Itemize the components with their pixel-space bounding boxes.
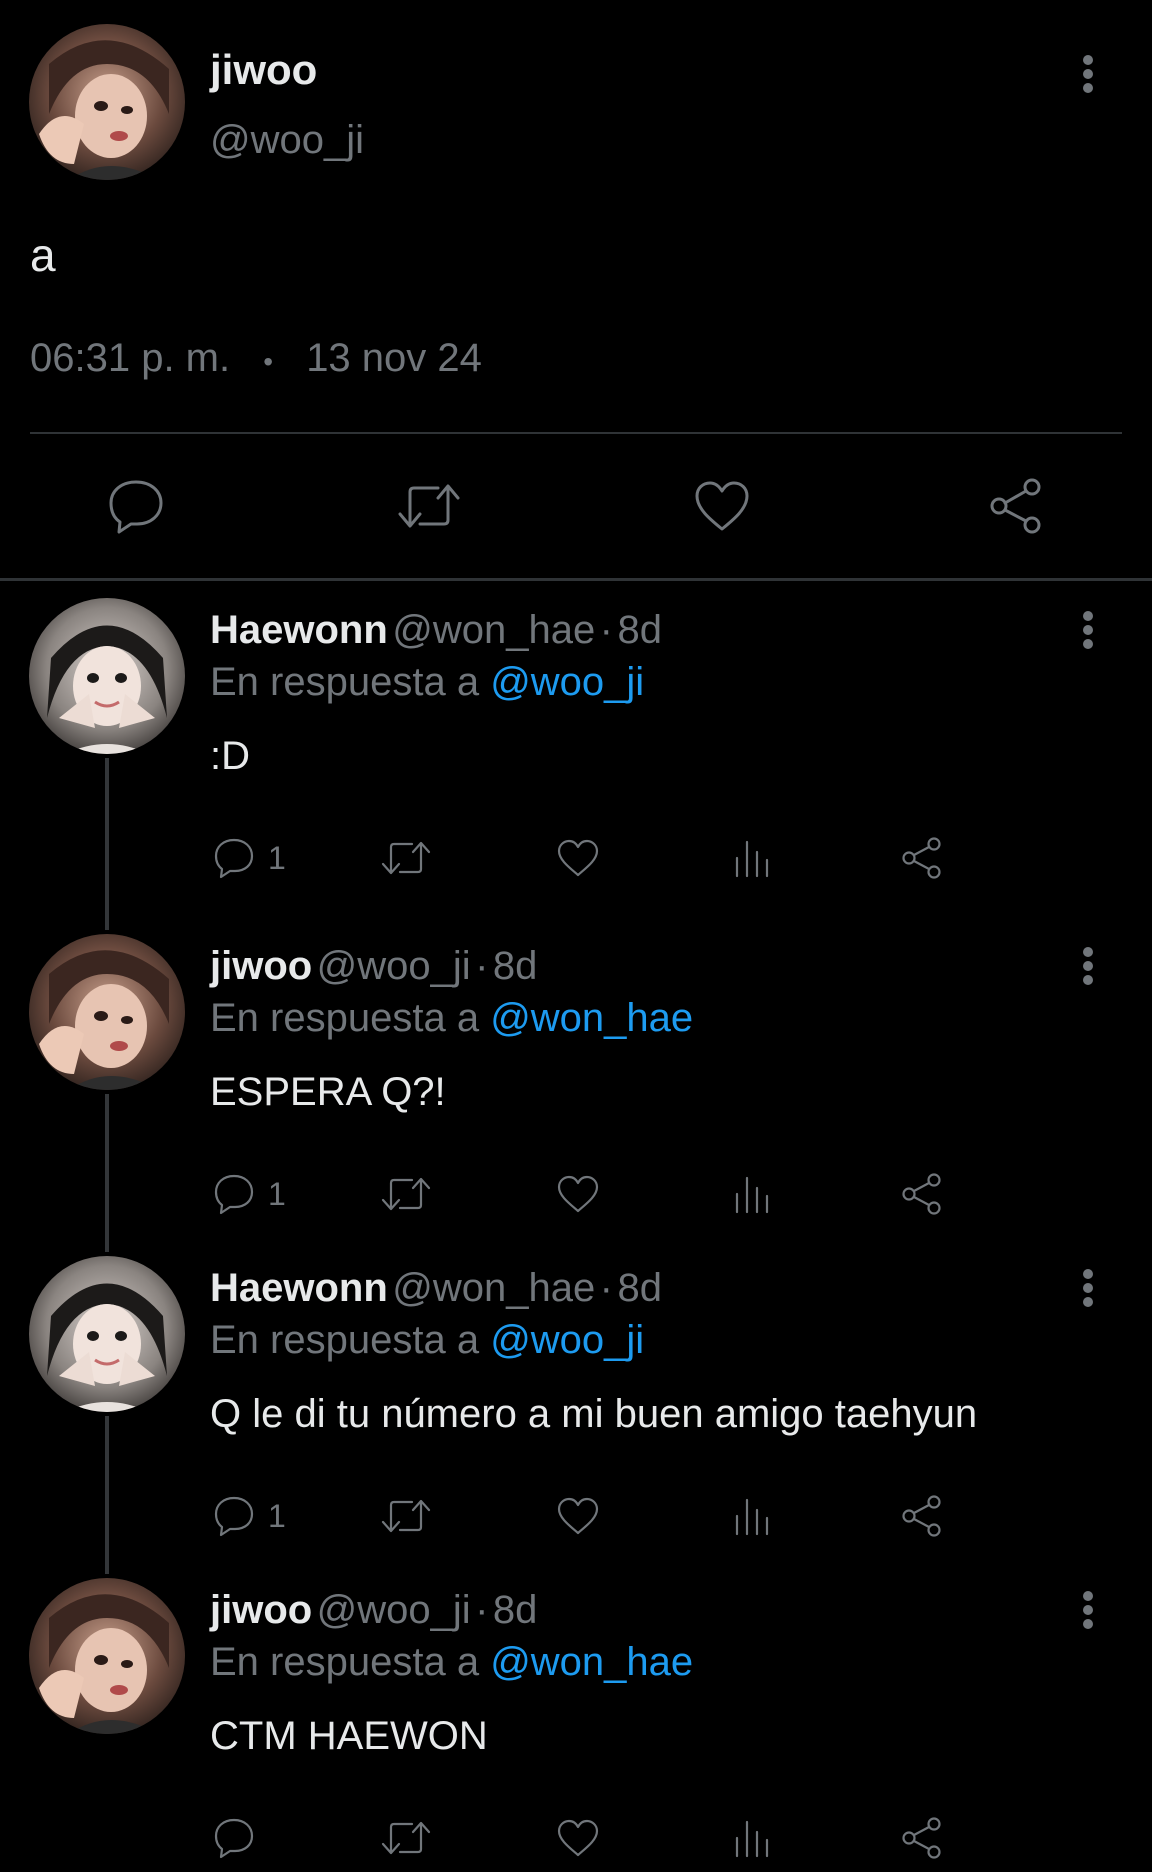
reply-icon[interactable]: 1 <box>212 1170 286 1218</box>
reply-icon[interactable] <box>104 474 168 538</box>
more-options-icon[interactable] <box>1068 608 1108 652</box>
display-name[interactable]: Haewonn <box>210 1266 388 1310</box>
timestamp-separator: • <box>263 346 274 377</box>
analytics-icon[interactable] <box>730 1492 774 1540</box>
reply-to-link[interactable]: @woo_ji <box>490 1318 644 1362</box>
dot-separator: · <box>475 944 489 988</box>
reply-context: En respuesta a @won_hae <box>210 996 693 1041</box>
retweet-icon[interactable] <box>378 1170 434 1218</box>
handle[interactable]: @won_hae <box>392 1266 595 1310</box>
reply-header: jiwoo @woo_ji · 8d <box>210 1588 537 1633</box>
tweet-timestamp: 06:31 p. m. • 13 nov 24 <box>30 336 482 381</box>
like-icon[interactable] <box>690 474 754 538</box>
reply-context: En respuesta a @woo_ji <box>210 660 644 705</box>
display-name[interactable]: Haewonn <box>210 608 388 652</box>
share-icon[interactable] <box>984 474 1048 538</box>
reply-text: CTM HAEWON <box>210 1714 488 1758</box>
dot-separator: · <box>599 1266 613 1310</box>
avatar[interactable] <box>29 598 185 754</box>
reply-icon[interactable] <box>212 1814 268 1862</box>
reply-action-bar: 1 <box>212 1170 1152 1218</box>
thread-line <box>105 758 109 930</box>
display-name[interactable]: jiwoo <box>210 1588 312 1632</box>
retweet-icon[interactable] <box>378 1814 434 1862</box>
reply-text: ESPERA Q?! <box>210 1070 446 1114</box>
handle[interactable]: @woo_ji <box>210 118 364 163</box>
reply-to-link[interactable]: @won_hae <box>490 996 693 1040</box>
reply-count: 1 <box>268 1175 286 1212</box>
like-icon[interactable] <box>554 1170 602 1218</box>
avatar[interactable] <box>29 1578 185 1734</box>
tweet-date: 13 nov 24 <box>306 336 482 380</box>
reply-header: Haewonn @won_hae · 8d <box>210 1266 662 1311</box>
share-icon[interactable] <box>898 1170 946 1218</box>
more-options-icon[interactable] <box>1068 1266 1108 1310</box>
analytics-icon[interactable] <box>730 1170 774 1218</box>
reply-prefix: En respuesta a <box>210 1318 480 1362</box>
reply-icon[interactable]: 1 <box>212 1492 286 1540</box>
reply-count: 1 <box>268 839 286 876</box>
analytics-icon[interactable] <box>730 834 774 882</box>
handle[interactable]: @woo_ji <box>317 1588 471 1632</box>
like-icon[interactable] <box>554 1814 602 1862</box>
tweet-age: 8d <box>617 1266 662 1310</box>
retweet-icon[interactable] <box>394 474 464 538</box>
more-options-icon[interactable] <box>1068 52 1108 96</box>
tweet-text: a <box>30 229 56 281</box>
analytics-icon[interactable] <box>730 1814 774 1862</box>
reply-count: 1 <box>268 1497 286 1534</box>
dot-separator: · <box>475 1588 489 1632</box>
share-icon[interactable] <box>898 1814 946 1862</box>
reply-icon[interactable]: 1 <box>212 834 286 882</box>
display-name[interactable]: jiwoo <box>210 944 312 988</box>
like-icon[interactable] <box>554 834 602 882</box>
reply-to-link[interactable]: @woo_ji <box>490 660 644 704</box>
more-options-icon[interactable] <box>1068 1588 1108 1632</box>
reply-prefix: En respuesta a <box>210 996 480 1040</box>
reply-text: :D <box>210 734 250 778</box>
reply-header: Haewonn @won_hae · 8d <box>210 608 662 653</box>
handle[interactable]: @won_hae <box>392 608 595 652</box>
reply-context: En respuesta a @won_hae <box>210 1640 693 1685</box>
retweet-icon[interactable] <box>378 834 434 882</box>
reply-action-bar <box>212 1814 1152 1862</box>
tweet-age: 8d <box>617 608 662 652</box>
tweet-age: 8d <box>492 944 538 988</box>
section-divider <box>0 578 1152 581</box>
avatar[interactable] <box>29 934 185 1090</box>
display-name[interactable]: jiwoo <box>210 46 317 94</box>
tweet-age: 8d <box>492 1588 538 1632</box>
share-icon[interactable] <box>898 1492 946 1540</box>
dot-separator: · <box>599 608 613 652</box>
reply-action-bar: 1 <box>212 1492 1152 1540</box>
retweet-icon[interactable] <box>378 1492 434 1540</box>
avatar[interactable] <box>29 24 185 180</box>
thread-line <box>105 1094 109 1252</box>
reply-text: Q le di tu número a mi buen amigo taehyu… <box>210 1392 978 1436</box>
handle[interactable]: @woo_ji <box>317 944 471 988</box>
avatar[interactable] <box>29 1256 185 1412</box>
tweet-time: 06:31 p. m. <box>30 336 231 380</box>
reply-prefix: En respuesta a <box>210 660 480 704</box>
thread-line <box>105 1416 109 1574</box>
divider <box>30 432 1122 434</box>
reply-action-bar: 1 <box>212 834 1152 882</box>
reply-header: jiwoo @woo_ji · 8d <box>210 944 537 989</box>
reply-context: En respuesta a @woo_ji <box>210 1318 644 1363</box>
like-icon[interactable] <box>554 1492 602 1540</box>
share-icon[interactable] <box>898 834 946 882</box>
reply-to-link[interactable]: @won_hae <box>490 1640 693 1684</box>
reply-prefix: En respuesta a <box>210 1640 480 1684</box>
more-options-icon[interactable] <box>1068 944 1108 988</box>
